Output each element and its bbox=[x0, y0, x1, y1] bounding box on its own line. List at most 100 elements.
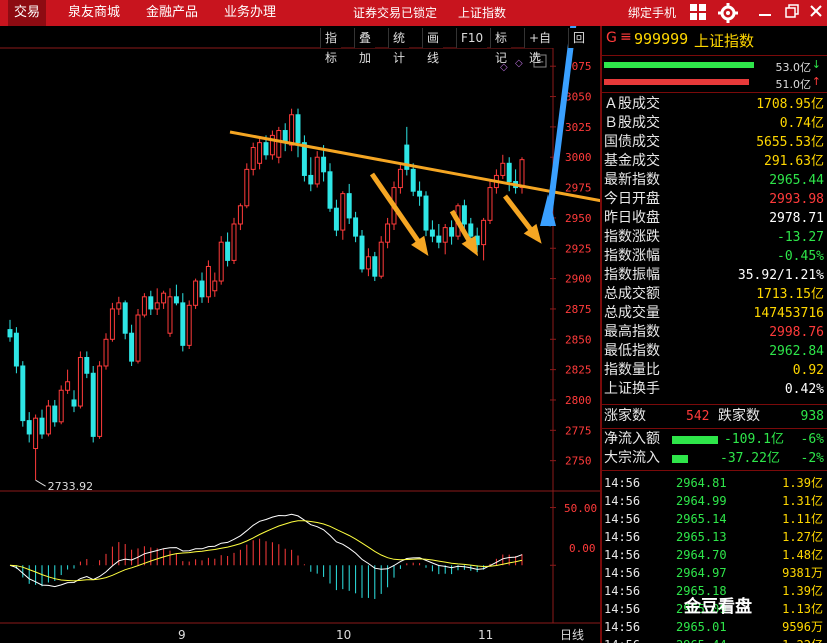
period-label[interactable]: 日线 bbox=[560, 628, 584, 642]
candle-up bbox=[244, 168, 250, 207]
candle-down bbox=[199, 280, 205, 298]
quote-row-label: 今日开盘 bbox=[604, 191, 660, 207]
tick-time: 14:56 bbox=[604, 620, 641, 634]
close-icon[interactable] bbox=[806, 3, 826, 23]
candle-up bbox=[77, 356, 83, 407]
quote-row: Ｂ股成交 0.74亿 bbox=[604, 114, 826, 133]
tick-time: 14:56 bbox=[604, 584, 641, 598]
g-marker: G bbox=[606, 30, 617, 46]
tick-time: 14:56 bbox=[604, 476, 641, 490]
quote-row: 昨日收盘 2978.71 bbox=[604, 209, 826, 228]
quote-row-label: Ｂ股成交 bbox=[604, 115, 660, 131]
restore-icon[interactable] bbox=[782, 3, 802, 23]
quote-row-value: 147453716 bbox=[753, 306, 824, 321]
block-inflow-value: -37.22亿 bbox=[720, 451, 780, 466]
symbol-name: 上证指数 bbox=[694, 32, 755, 50]
tick-row: 14:56 2965.44 1.22亿 bbox=[602, 636, 827, 643]
y-tick-label: 2825 bbox=[565, 364, 592, 377]
candle-down bbox=[410, 168, 416, 192]
tick-volume: 1.27亿 bbox=[782, 530, 823, 544]
candlestick-chart[interactable]: 3075305030253000297529502925290028752850… bbox=[0, 26, 600, 643]
small-diamond-icon-2[interactable]: ◇ bbox=[515, 58, 523, 69]
y-tick-label: 2975 bbox=[565, 182, 592, 195]
candle-down bbox=[71, 399, 77, 407]
quote-row-label: 最高指数 bbox=[604, 324, 660, 340]
menu-item-mall[interactable]: 泉友商城 bbox=[62, 0, 126, 26]
menu-item-business[interactable]: 业务办理 bbox=[218, 0, 282, 26]
tick-time: 14:56 bbox=[604, 602, 641, 616]
quote-row-value: 2998.76 bbox=[769, 325, 824, 340]
lowest-price-label: 2733.92 bbox=[48, 480, 94, 493]
quote-row-value: 2962.84 bbox=[769, 344, 824, 359]
candle-up bbox=[231, 223, 237, 261]
gear-icon[interactable] bbox=[718, 3, 738, 23]
menu-item-trade[interactable]: 交易 bbox=[8, 0, 47, 26]
net-inflow-value: -109.1亿 bbox=[724, 432, 784, 447]
candle-down bbox=[295, 114, 301, 144]
toolbar-mark[interactable]: 标记 bbox=[490, 28, 512, 65]
quote-row: 最低指数 2962.84 bbox=[604, 342, 826, 361]
candle-up bbox=[103, 338, 109, 367]
toolbar-draw-line[interactable]: 画线 bbox=[422, 28, 444, 65]
rise-label: 涨家数 bbox=[604, 408, 646, 424]
trade-lock-status: 证券交易已锁定 bbox=[353, 6, 438, 20]
y-tick-label: 2800 bbox=[565, 394, 592, 407]
tick-time: 14:56 bbox=[604, 636, 640, 643]
tick-price: 2964.81 bbox=[676, 476, 727, 490]
candle-down bbox=[461, 205, 467, 225]
candle-up bbox=[237, 205, 243, 225]
quote-row: 今日开盘 2993.98 bbox=[604, 190, 826, 209]
candle-up bbox=[314, 156, 320, 185]
toolbar-statistics[interactable]: 统计 bbox=[388, 28, 410, 65]
candle-up bbox=[257, 142, 263, 164]
tick-volume: 1.13亿 bbox=[782, 602, 823, 616]
quote-row: 指数涨幅 -0.45% bbox=[604, 247, 826, 266]
toolbar-f10[interactable]: F10 bbox=[456, 28, 488, 48]
x-label-month-11: 11 bbox=[478, 628, 493, 642]
quote-row: 上证换手 0.42% bbox=[604, 380, 826, 399]
tick-time: 14:56 bbox=[604, 512, 641, 526]
candle-down bbox=[7, 329, 13, 338]
breadth-row: 涨家数 542 跌家数 938 bbox=[604, 407, 826, 426]
quote-row-label: Ａ股成交 bbox=[604, 96, 660, 112]
fall-label: 跌家数 bbox=[718, 408, 760, 424]
candle-up bbox=[205, 265, 211, 298]
block-inflow-row: 大宗流入 -37.22亿 -2% bbox=[604, 449, 826, 468]
toolbar-add-watchlist[interactable]: +自选 bbox=[524, 28, 556, 65]
candle-down bbox=[39, 417, 45, 435]
quote-row-value: 35.92/1.21% bbox=[737, 268, 824, 283]
menu-item-finance-products[interactable]: 金融产品 bbox=[140, 0, 204, 26]
quote-row: 指数量比 0.92 bbox=[604, 361, 826, 380]
candle-up bbox=[218, 241, 224, 282]
candle-down bbox=[468, 223, 474, 237]
tick-volume: 9596万 bbox=[782, 620, 823, 634]
toolbar-back[interactable]: 回 bbox=[568, 28, 590, 48]
candle-up bbox=[500, 162, 506, 176]
tick-row: 14:56 2964.99 1.31亿 bbox=[602, 492, 827, 510]
candle-down bbox=[449, 227, 455, 237]
candle-up bbox=[58, 389, 64, 423]
toolbar-indicator[interactable]: 指标 bbox=[320, 28, 342, 65]
quote-row-label: 基金成交 bbox=[604, 153, 660, 169]
candle-down bbox=[263, 142, 269, 156]
candle-down bbox=[129, 332, 135, 362]
candle-up bbox=[161, 292, 167, 304]
quote-row: 指数振幅 35.92/1.21% bbox=[604, 266, 826, 285]
quote-row-label: 指数振幅 bbox=[604, 267, 660, 283]
tick-volume: 1.11亿 bbox=[782, 512, 823, 526]
candle-down bbox=[26, 420, 32, 435]
candle-down bbox=[353, 217, 359, 237]
quote-row: Ａ股成交 1708.95亿 bbox=[604, 95, 826, 114]
toolbar-overlay[interactable]: 叠加 bbox=[354, 28, 376, 65]
quote-row-value: 291.63亿 bbox=[764, 154, 824, 169]
candle-up bbox=[250, 147, 256, 170]
list-icon[interactable]: ≡ bbox=[620, 29, 632, 45]
tick-price: 2964.99 bbox=[676, 494, 727, 508]
arrow-up-icon: ↑ bbox=[811, 75, 821, 88]
minimize-icon[interactable] bbox=[755, 3, 775, 23]
quote-row-value: 1713.15亿 bbox=[756, 287, 824, 302]
bind-phone-link[interactable]: 绑定手机 bbox=[628, 0, 676, 26]
grid-menu-icon[interactable] bbox=[688, 3, 708, 23]
panel-separator bbox=[602, 470, 827, 471]
current-index-name[interactable]: 上证指数 bbox=[458, 0, 506, 26]
